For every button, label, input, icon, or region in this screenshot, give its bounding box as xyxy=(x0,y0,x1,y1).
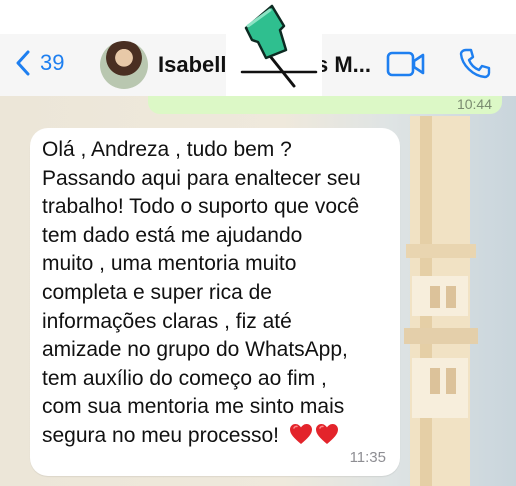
back-button[interactable]: 39 xyxy=(14,50,64,76)
message-line: Passando aqui para enaltecer seu xyxy=(42,166,361,190)
sent-message-bubble[interactable]: 10:44 xyxy=(148,96,502,114)
voice-call-button[interactable] xyxy=(458,46,492,80)
message-line: muito , uma mentoria muito xyxy=(42,252,297,276)
message-line: Olá , Andreza , tudo bem ? xyxy=(42,138,292,161)
video-camera-icon xyxy=(386,51,425,77)
phone-icon xyxy=(459,48,491,79)
heart-emojis xyxy=(289,423,339,445)
contact-name-rest[interactable]: s M... xyxy=(316,52,371,78)
chat-area[interactable]: 10:44 Olá , Andreza , tudo bem ? Passand… xyxy=(0,96,516,486)
red-heart-icon xyxy=(315,423,338,444)
video-call-button[interactable] xyxy=(386,50,426,78)
sent-message-time: 10:44 xyxy=(456,96,492,112)
pushpin-icon xyxy=(240,4,318,88)
message-line-last: segura no meu processo! xyxy=(42,422,392,451)
red-heart-icon xyxy=(289,423,312,444)
message-line: tem dado está me ajudando xyxy=(42,223,303,247)
wallpaper-tower xyxy=(404,116,478,486)
message-text: Olá , Andreza , tudo bem ? Passando aqui… xyxy=(42,136,392,451)
message-line: com sua mentoria me sinto mais xyxy=(42,395,345,419)
message-line: informações claras , fiz até xyxy=(42,309,292,333)
message-line: amizade no grupo do WhatsApp, xyxy=(42,338,348,362)
pin-overlay xyxy=(226,0,322,96)
avatar[interactable] xyxy=(100,41,148,89)
message-line: segura no meu processo! xyxy=(42,423,279,447)
unread-count: 39 xyxy=(40,50,65,75)
chevron-left-icon xyxy=(16,50,30,76)
message-time: 11:35 xyxy=(349,449,386,466)
received-message-bubble[interactable]: Olá , Andreza , tudo bem ? Passando aqui… xyxy=(30,128,400,476)
message-line: tem auxílio do começo ao fim , xyxy=(42,366,327,390)
message-line: trabalho! Todo o suporto que você xyxy=(42,195,360,219)
message-line: completa e super rica de xyxy=(42,280,272,304)
